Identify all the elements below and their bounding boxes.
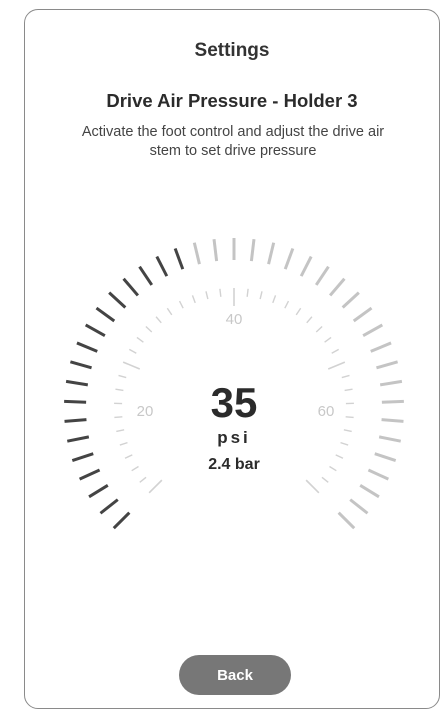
gauge-minor-tick <box>146 327 152 332</box>
gauge-tick <box>96 308 114 321</box>
gauge-tick <box>124 279 138 296</box>
gauge-minor-tick <box>220 289 221 297</box>
gauge-minor-tick <box>328 362 345 369</box>
gauge-tick <box>363 325 382 336</box>
gauge-tick <box>72 454 93 461</box>
gauge-tick <box>77 343 97 351</box>
gauge-minor-tick <box>247 289 248 297</box>
gauge-minor-tick <box>285 301 289 308</box>
gauge-scale-label-60: 60 <box>318 403 335 420</box>
gauge-tick <box>214 239 217 261</box>
gauge-tick <box>382 401 404 402</box>
gauge-tick <box>382 420 404 422</box>
gauge-minor-tick <box>116 430 124 432</box>
gauge-tick <box>376 362 397 368</box>
gauge-tick <box>360 485 379 496</box>
gauge-tick <box>375 454 396 461</box>
gauge-minor-tick <box>120 443 128 445</box>
gauge-minor-tick <box>306 480 319 493</box>
gauge-minor-tick <box>316 327 322 332</box>
gauge-minor-tick <box>119 375 127 377</box>
gauge-tick <box>354 308 372 321</box>
gauge-minor-tick <box>296 308 300 315</box>
gauge-tick <box>330 279 344 296</box>
gauge-tick <box>100 500 117 514</box>
gauge-tick <box>65 420 87 422</box>
gauge-tick <box>316 267 328 285</box>
gauge-minor-tick <box>140 477 146 482</box>
gauge-minor-tick <box>329 467 336 471</box>
gauge-minor-tick <box>180 301 184 308</box>
gauge-tick <box>175 249 183 270</box>
gauge-tick <box>86 325 105 336</box>
gauge-minor-tick <box>125 455 132 458</box>
gauge-minor-tick <box>346 417 354 418</box>
gauge-tick <box>380 381 402 384</box>
gauge-minor-tick <box>342 375 350 377</box>
gauge-tick <box>140 267 152 285</box>
gauge-minor-tick <box>206 291 208 299</box>
pressure-gauge: 20 40 60 35 psi 2.4 bar <box>0 0 445 697</box>
gauge-minor-tick <box>307 317 312 323</box>
gauge-minor-tick <box>325 337 331 342</box>
gauge-minor-tick <box>123 362 140 369</box>
gauge-tick <box>67 437 89 441</box>
gauge-tick <box>114 513 130 529</box>
gauge-tick <box>89 485 108 496</box>
gauge-tick <box>371 343 391 351</box>
gauge-minor-tick <box>167 308 171 315</box>
gauge-minor-tick <box>149 480 162 493</box>
gauge-tick <box>285 249 293 270</box>
gauge-minor-tick <box>129 349 136 353</box>
gauge-minor-tick <box>336 455 343 458</box>
gauge-minor-tick <box>156 317 161 323</box>
gauge-tick <box>269 243 274 264</box>
gauge-minor-tick <box>132 467 139 471</box>
gauge-minor-tick <box>322 477 328 482</box>
gauge-minor-tick <box>114 417 122 418</box>
gauge-tick <box>379 437 401 441</box>
gauge-tick <box>80 470 100 479</box>
gauge-minor-tick <box>344 430 352 432</box>
gauge-minor-tick <box>341 443 349 445</box>
gauge-tick <box>109 293 125 308</box>
gauge-scale-label-20: 20 <box>137 403 154 420</box>
gauge-tick <box>157 257 167 277</box>
gauge-tick <box>251 239 254 261</box>
gauge-minor-tick <box>345 389 353 390</box>
gauge-tick <box>343 293 359 308</box>
gauge-minor-tick <box>137 337 143 342</box>
gauge-minor-tick <box>332 349 339 353</box>
gauge-tick <box>339 513 355 529</box>
gauge-scale-label-40: 40 <box>226 311 243 328</box>
gauge-minor-tick <box>115 389 123 390</box>
gauge-tick <box>64 401 86 402</box>
gauge-tick <box>301 257 311 277</box>
gauge-unit: psi <box>217 428 251 447</box>
gauge-bar-value: 2.4 bar <box>208 456 260 473</box>
gauge-minor-tick <box>260 291 262 299</box>
gauge-tick <box>66 381 88 384</box>
gauge-minor-tick <box>273 295 276 303</box>
gauge-tick <box>194 243 199 264</box>
gauge-tick <box>368 470 388 479</box>
gauge-tick <box>350 500 367 514</box>
gauge-minor-tick <box>192 295 195 303</box>
gauge-value: 35 <box>211 379 258 426</box>
gauge-tick <box>70 362 91 368</box>
